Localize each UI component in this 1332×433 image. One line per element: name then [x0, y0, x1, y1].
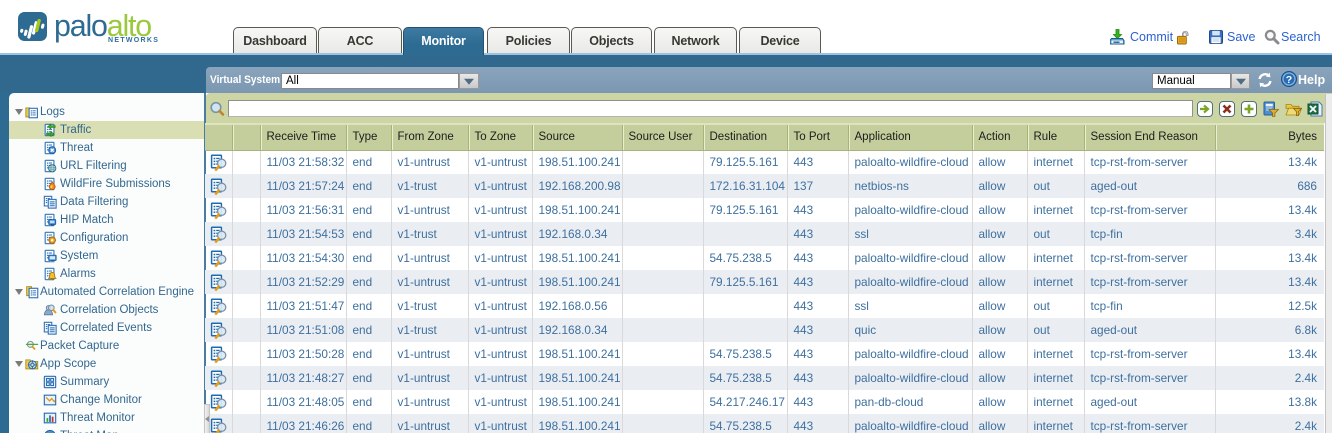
svg-text:?: ? [1286, 74, 1292, 86]
